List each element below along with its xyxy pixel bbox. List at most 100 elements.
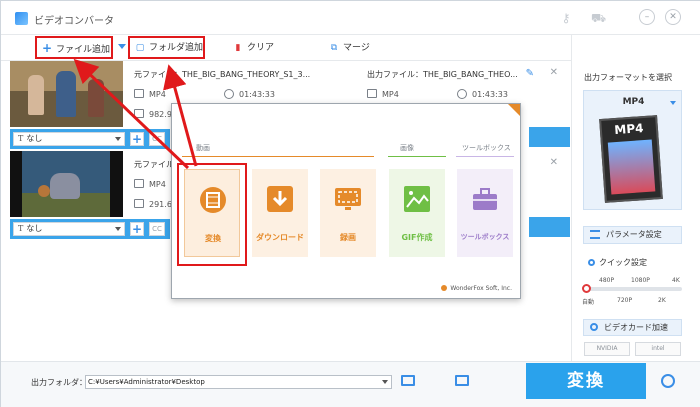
minimize-button[interactable]: – xyxy=(639,9,655,25)
clock-icon xyxy=(457,89,467,99)
remove-item-icon[interactable]: ✕ xyxy=(550,157,558,168)
item-control-bar: T なし + CC xyxy=(10,129,170,149)
app-title: ビデオコンバータ xyxy=(34,16,114,27)
quality-label: 4K xyxy=(672,277,680,284)
open-folder-icon[interactable] xyxy=(455,375,469,386)
brand-label: WonderFox Soft, Inc. xyxy=(441,285,512,292)
quality-slider-handle[interactable] xyxy=(582,284,591,293)
convert-button[interactable]: 変換 xyxy=(526,363,646,399)
corner-ribbon xyxy=(508,104,520,116)
section-label-toolbox: ツールボックス xyxy=(462,144,511,152)
output-format: MP4 xyxy=(367,89,399,99)
mp4-format-icon: MP4 xyxy=(599,115,663,203)
clear-button[interactable]: ▮ クリア xyxy=(232,39,275,58)
tile-record[interactable]: 録画 xyxy=(320,169,376,257)
edit-icon[interactable]: ✎ xyxy=(526,68,534,79)
format-icon xyxy=(367,89,377,98)
cc-button[interactable]: CC xyxy=(149,132,165,146)
tile-download[interactable]: ダウンロード xyxy=(252,169,308,257)
output-format-panel: 出力フォーマットを選択 MP4 MP4 パラメータ設定 クイック設定 480P … xyxy=(571,35,700,361)
app-logo-icon xyxy=(15,12,28,25)
quality-label: 2K xyxy=(658,297,666,304)
output-folder-path[interactable]: C:¥Users¥Administrator¥Desktop xyxy=(85,375,392,389)
intel-badge[interactable]: intel xyxy=(635,342,681,356)
tile-label: ツールボックス xyxy=(460,233,510,241)
size-icon xyxy=(134,199,144,208)
text-icon: T xyxy=(18,224,24,233)
clock-icon xyxy=(224,89,234,99)
source-file-label: 元ファイル xyxy=(134,160,174,169)
gpu-icon xyxy=(590,323,598,331)
section-divider xyxy=(388,156,446,157)
sliders-icon xyxy=(590,230,600,239)
format-icon xyxy=(134,179,144,188)
clear-label: クリア xyxy=(247,43,275,53)
key-icon[interactable]: ⚷ xyxy=(559,11,573,25)
source-format: MP4 xyxy=(134,89,166,99)
format-panel-title: 出力フォーマットを選択 xyxy=(584,73,672,82)
add-subtitle-button[interactable]: + xyxy=(130,222,144,236)
highlight-add-folder xyxy=(128,36,205,59)
chevron-down-icon xyxy=(670,101,676,105)
merge-icon: ⧉ xyxy=(330,43,338,53)
merge-label: マージ xyxy=(343,43,370,53)
brand-logo-icon xyxy=(441,285,448,291)
cart-icon[interactable]: ⛟ xyxy=(591,11,606,25)
video-thumbnail xyxy=(10,151,123,217)
chevron-down-icon xyxy=(115,137,121,141)
file-size: 982.9 xyxy=(134,109,172,119)
quality-slider-track[interactable] xyxy=(586,287,682,291)
output-duration: 01:43:33 xyxy=(457,89,508,99)
subtitle-select[interactable]: T なし xyxy=(13,222,125,236)
browse-folder-icon[interactable] xyxy=(401,375,415,386)
chevron-down-icon xyxy=(115,227,121,231)
title-bar: ビデオコンバータ ⚷ ⛟ – ✕ xyxy=(1,1,700,35)
cc-button[interactable]: CC xyxy=(149,222,165,236)
download-icon xyxy=(267,186,293,212)
toolbox-icon xyxy=(473,188,497,210)
format-icon xyxy=(134,89,144,98)
highlight-convert-tile xyxy=(177,163,247,266)
highlight-add-files xyxy=(35,36,113,59)
item-action-bar xyxy=(529,127,570,147)
tile-label: ダウンロード xyxy=(256,233,304,242)
nvidia-badge[interactable]: NVIDIA xyxy=(584,342,630,356)
tile-toolbox[interactable]: ツールボックス xyxy=(457,169,513,257)
add-files-dropdown-icon[interactable] xyxy=(118,44,126,49)
item-control-bar: T なし + CC xyxy=(10,219,170,239)
chevron-down-icon xyxy=(382,380,388,384)
source-file-label: 元ファイル：THE_BIG_BANG_THEORY_S1_3... xyxy=(134,70,311,79)
quality-label: 1080P xyxy=(631,277,650,284)
trash-icon: ▮ xyxy=(235,43,241,53)
output-folder-label: 出力フォルダ： xyxy=(31,378,87,387)
file-size: 291.6 xyxy=(134,199,172,209)
bottom-bar: 出力フォルダ： C:¥Users¥Administrator¥Desktop 変… xyxy=(1,361,700,407)
gif-image-icon xyxy=(404,186,430,212)
quick-settings-title: クイック設定 xyxy=(588,257,647,268)
tile-label: 録画 xyxy=(340,233,356,242)
merge-button[interactable]: ⧉ マージ xyxy=(328,39,370,58)
alarm-clock-icon[interactable] xyxy=(661,374,675,388)
section-label-video: 動画 xyxy=(196,144,210,152)
item-action-bar xyxy=(529,217,570,237)
section-label-image: 画像 xyxy=(400,144,414,152)
close-button[interactable]: ✕ xyxy=(665,9,681,25)
gpu-acceleration-button[interactable]: ビデオカード加速 xyxy=(583,319,682,336)
parameter-settings-button[interactable]: パラメータ設定 xyxy=(583,226,682,244)
section-divider xyxy=(182,156,374,157)
format-selector[interactable]: MP4 MP4 xyxy=(583,90,682,210)
source-format: MP4 xyxy=(134,179,166,189)
quick-settings-icon xyxy=(588,259,595,266)
format-name: MP4 xyxy=(622,97,645,107)
add-subtitle-button[interactable]: + xyxy=(130,132,144,146)
quality-label: 自動 xyxy=(582,299,595,306)
quality-label: 480P xyxy=(599,277,615,284)
remove-item-icon[interactable]: ✕ xyxy=(550,67,558,78)
text-icon: T xyxy=(18,134,24,143)
output-file-label: 出力ファイル：THE_BIG_BANG_THEO... xyxy=(367,70,518,79)
section-divider xyxy=(456,156,514,157)
screen-record-icon xyxy=(335,188,361,210)
subtitle-select[interactable]: T なし xyxy=(13,132,125,146)
quality-label: 720P xyxy=(617,297,633,304)
tile-gif-maker[interactable]: GIF作成 xyxy=(389,169,445,257)
